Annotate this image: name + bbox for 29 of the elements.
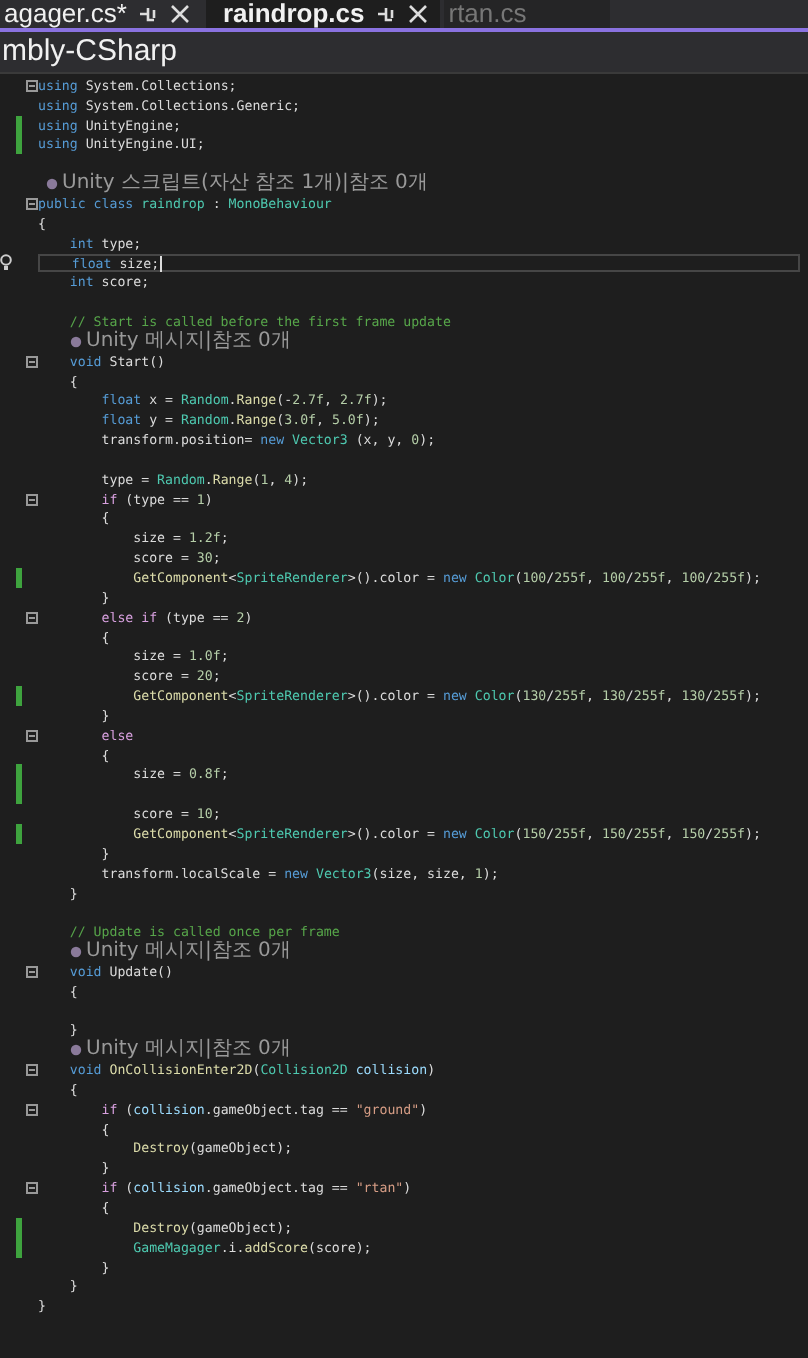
change-marker bbox=[16, 568, 21, 589]
lightbulb-icon[interactable] bbox=[0, 254, 12, 273]
editor-tab[interactable]: agager.cs* bbox=[4, 0, 127, 28]
pin-icon[interactable] bbox=[138, 4, 159, 24]
collapse-icon[interactable] bbox=[26, 1182, 38, 1195]
change-marker bbox=[16, 823, 21, 844]
codelens-text[interactable]: Unity 스크립트(자산 참조 1개)|참조 0개 bbox=[62, 174, 428, 195]
collapse-icon[interactable] bbox=[26, 1064, 38, 1077]
dot-icon bbox=[70, 1044, 82, 1057]
change-marker bbox=[16, 686, 21, 707]
collapse-icon[interactable] bbox=[26, 355, 38, 368]
dot-icon bbox=[70, 946, 82, 959]
collapse-icon[interactable] bbox=[26, 729, 38, 742]
collapse-icon[interactable] bbox=[26, 79, 38, 92]
collapse-icon[interactable] bbox=[26, 197, 38, 210]
dot-icon bbox=[46, 178, 58, 191]
close-icon[interactable] bbox=[170, 4, 191, 24]
pin-icon[interactable] bbox=[376, 4, 397, 24]
collapse-icon[interactable] bbox=[26, 1103, 38, 1116]
text-cursor bbox=[159, 255, 162, 272]
collapse-icon[interactable] bbox=[26, 493, 38, 506]
collapse-icon[interactable] bbox=[26, 611, 38, 624]
collapse-icon[interactable] bbox=[26, 965, 38, 978]
codelens-text[interactable]: Unity 메시지|참조 0개 bbox=[86, 1040, 291, 1061]
codelens-text[interactable]: Unity 메시지|참조 0개 bbox=[86, 942, 291, 962]
project-name[interactable]: mbly-CSharp bbox=[2, 34, 178, 70]
dot-icon bbox=[70, 335, 82, 348]
codelens-text[interactable]: Unity 메시지|참조 0개 bbox=[86, 331, 291, 352]
close-icon[interactable] bbox=[408, 4, 429, 24]
